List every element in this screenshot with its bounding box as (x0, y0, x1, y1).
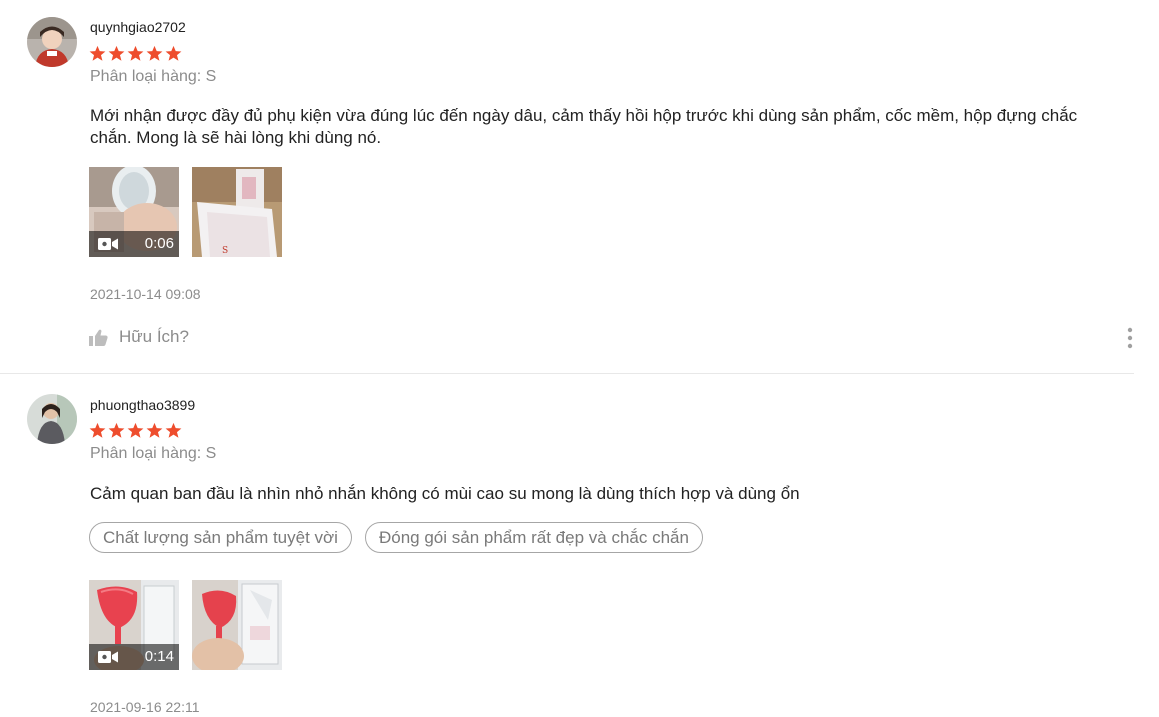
video-duration-bar: 0:14 (89, 644, 179, 670)
more-vertical-icon (1127, 327, 1133, 349)
review-tag: Đóng gói sản phẩm rất đẹp và chắc chắn (364, 522, 703, 553)
review-username[interactable]: quynhgiao2702 (90, 19, 186, 35)
thumbs-up-icon (89, 329, 108, 346)
rating-stars (89, 45, 182, 62)
video-duration: 0:06 (144, 235, 174, 252)
star-icon (108, 422, 125, 438)
review-image-thumbnail[interactable]: S (192, 167, 282, 257)
video-camera-icon (98, 238, 118, 250)
star-icon (108, 45, 125, 61)
svg-text:S: S (222, 246, 228, 256)
review-timestamp: 2021-09-16 22:11 (90, 699, 200, 715)
product-variation: Phân loại hàng: S (90, 445, 217, 462)
video-duration-bar: 0:06 (89, 231, 179, 257)
review-media: 0:14 (89, 580, 282, 670)
user-avatar[interactable] (27, 17, 77, 67)
review-tags: Chất lượng sản phẩm tuyệt vời Đóng gói s… (89, 522, 703, 553)
helpful-label: Hữu Ích? (119, 327, 189, 346)
helpful-button[interactable]: Hữu Ích? (89, 327, 189, 347)
star-icon (127, 422, 144, 438)
star-icon (165, 45, 182, 61)
star-icon (89, 45, 106, 61)
review-username[interactable]: phuongthao3899 (90, 397, 195, 413)
more-options-button[interactable] (1126, 327, 1134, 349)
review-timestamp: 2021-10-14 09:08 (90, 286, 201, 302)
review-comment: Mới nhận được đầy đủ phụ kiện vừa đúng l… (90, 106, 1078, 147)
user-avatar[interactable] (27, 394, 77, 444)
review-item: quynhgiao2702 Phân loại hàng: S Mới nhận… (0, 0, 1134, 374)
review-video-thumbnail[interactable]: 0:14 (89, 580, 179, 670)
review-image-thumbnail[interactable] (192, 580, 282, 670)
review-tag: Chất lượng sản phẩm tuyệt vời (89, 522, 352, 553)
star-icon (165, 422, 182, 438)
star-icon (146, 422, 163, 438)
review-item: phuongthao3899 Phân loại hàng: S Cảm qua… (0, 374, 1134, 717)
review-comment: Cảm quan ban đầu là nhìn nhỏ nhắn không … (90, 484, 800, 503)
star-icon (89, 422, 106, 438)
star-icon (127, 45, 144, 61)
rating-stars (89, 422, 182, 439)
video-camera-icon (98, 651, 118, 663)
product-variation: Phân loại hàng: S (90, 68, 217, 85)
review-video-thumbnail[interactable]: 0:06 (89, 167, 179, 257)
video-duration: 0:14 (144, 648, 174, 665)
review-media: 0:06 S (89, 167, 282, 257)
star-icon (146, 45, 163, 61)
